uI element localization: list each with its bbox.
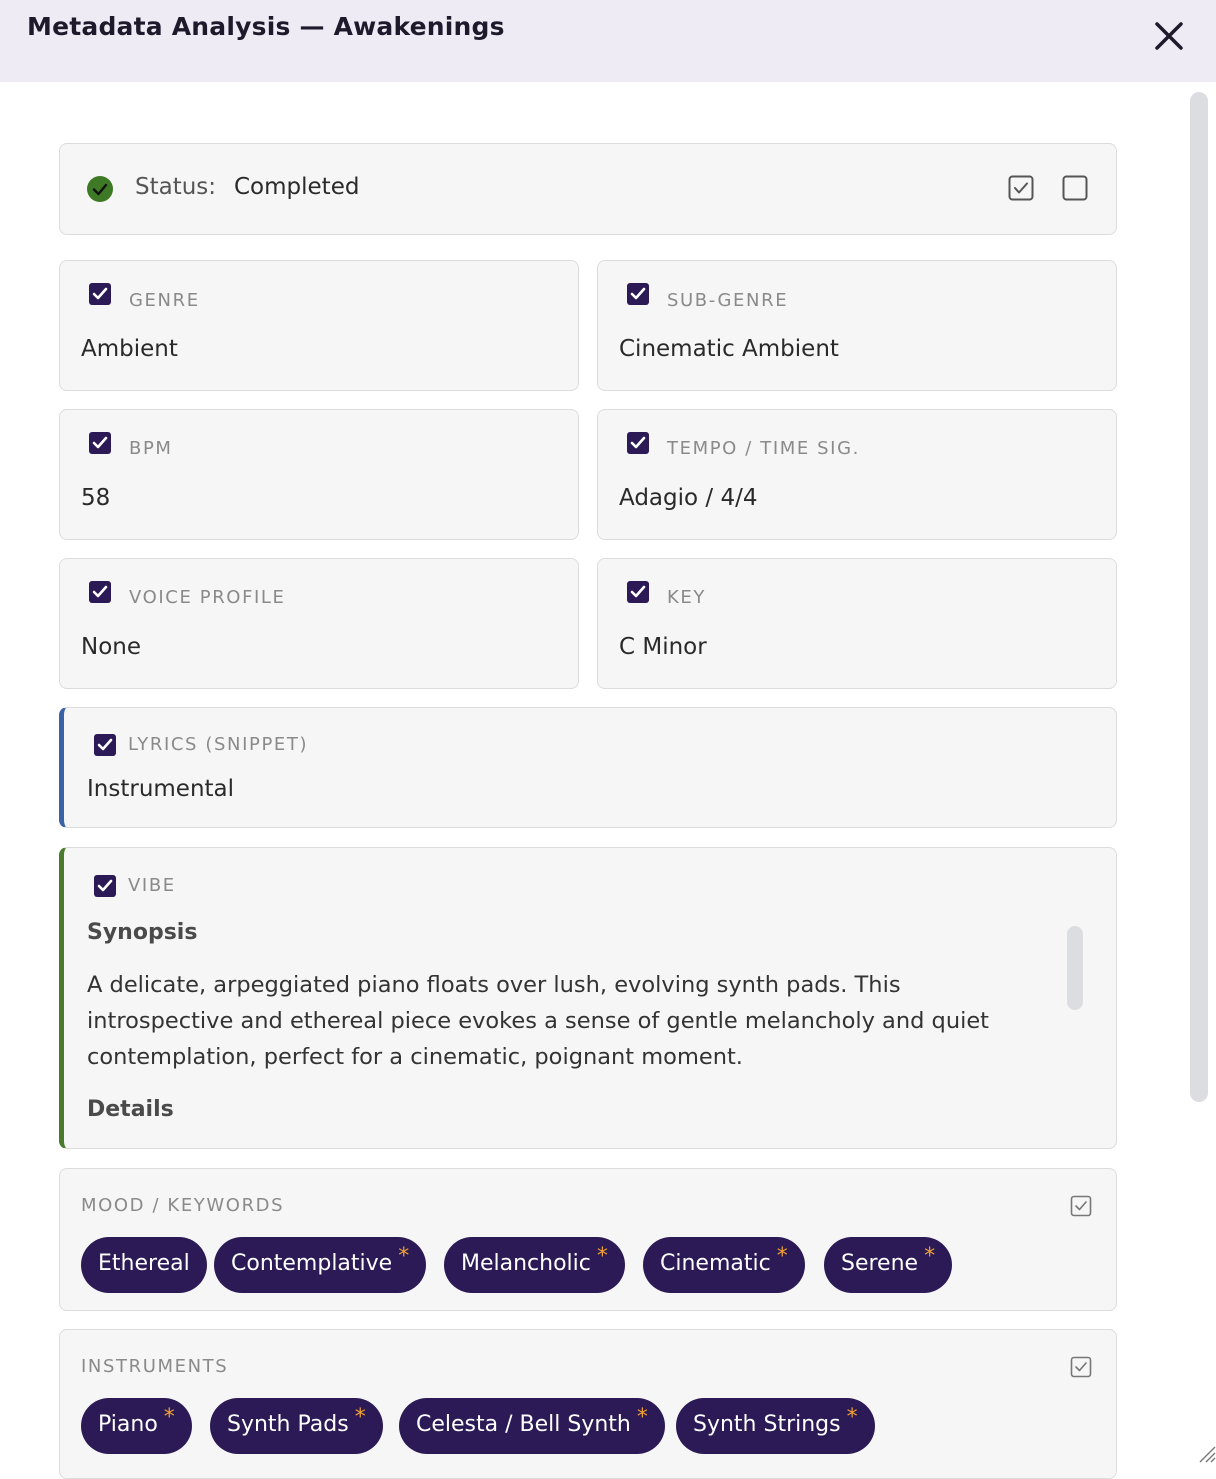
mood-tag-text: Contemplative [231, 1251, 393, 1276]
bpm-card: BPM 58 [59, 409, 579, 540]
resize-grip-icon[interactable] [1196, 1443, 1216, 1463]
instrument-tag-text: Synth Strings [693, 1412, 841, 1437]
tempo-value: Adagio / 4/4 [619, 485, 758, 511]
instruments-label: INSTRUMENTS [81, 1356, 229, 1377]
deselect-all-checkbox[interactable] [1062, 175, 1088, 201]
genre-card: GENRE Ambient [59, 260, 579, 391]
instrument-tag[interactable]: Synth Strings * [676, 1398, 875, 1454]
mood-tag-text: Ethereal [98, 1251, 190, 1276]
sub-genre-card: SUB-GENRE Cinematic Ambient [597, 260, 1117, 391]
status-label: Status: [135, 174, 217, 200]
status-value: Completed [234, 174, 360, 200]
ai-star-icon: * [636, 1405, 648, 1430]
ai-star-icon: * [596, 1244, 608, 1269]
mood-tag[interactable]: Serene * [824, 1237, 953, 1293]
vibe-scrollbar[interactable] [1067, 926, 1083, 1010]
key-checkbox[interactable] [627, 581, 649, 603]
sub-genre-value: Cinematic Ambient [619, 336, 839, 362]
mood-card: MOOD / KEYWORDS Ethereal Contemplative * … [59, 1168, 1117, 1311]
bpm-label: BPM [129, 438, 173, 459]
instrument-tag[interactable]: Synth Pads * [210, 1398, 383, 1454]
mood-tag[interactable]: Ethereal [81, 1237, 207, 1293]
lyrics-checkbox[interactable] [94, 734, 116, 756]
ai-star-icon: * [846, 1405, 858, 1430]
ai-star-icon: * [163, 1405, 175, 1430]
genre-value: Ambient [81, 336, 178, 362]
voice-profile-checkbox[interactable] [89, 581, 111, 603]
lyrics-value: Instrumental [87, 776, 235, 802]
status-card: Status: Completed [59, 143, 1117, 235]
instruments-card: INSTRUMENTS Piano * Synth Pads * Celesta /… [59, 1329, 1117, 1479]
mood-checkbox[interactable] [1070, 1195, 1092, 1217]
instrument-tag-text: Synth Pads [227, 1412, 349, 1437]
mood-tag[interactable]: Cinematic * [643, 1237, 805, 1293]
instruments-checkbox[interactable] [1070, 1356, 1092, 1378]
lyrics-label: LYRICS (SNIPPET) [128, 734, 309, 755]
dialog-header: Metadata Analysis — Awakenings [0, 0, 1216, 82]
bpm-checkbox[interactable] [89, 432, 111, 454]
key-label: KEY [667, 587, 706, 608]
check-circle-icon [87, 176, 113, 202]
vibe-card: VIBE Synopsis A delicate, arpeggiated pi… [59, 847, 1117, 1149]
mood-tag[interactable]: Melancholic * [444, 1237, 625, 1293]
voice-profile-card: VOICE PROFILE None [59, 558, 579, 689]
synopsis-heading: Synopsis [87, 920, 198, 945]
lyrics-card: LYRICS (SNIPPET) Instrumental [59, 707, 1117, 828]
bpm-value: 58 [81, 485, 111, 511]
vibe-checkbox[interactable] [94, 875, 116, 897]
key-card: KEY C Minor [597, 558, 1117, 689]
sub-genre-checkbox[interactable] [627, 283, 649, 305]
instrument-tag-text: Piano [98, 1412, 158, 1437]
tempo-checkbox[interactable] [627, 432, 649, 454]
vibe-label: VIBE [128, 875, 176, 896]
dialog-title: Metadata Analysis — Awakenings [27, 12, 505, 41]
details-heading: Details [87, 1097, 174, 1122]
voice-profile-value: None [81, 634, 142, 660]
genre-checkbox[interactable] [89, 283, 111, 305]
mood-tag-text: Serene [841, 1251, 919, 1276]
mood-tag-text: Melancholic [461, 1251, 591, 1276]
instrument-tag-text: Celesta / Bell Synth [416, 1412, 631, 1437]
mood-tag[interactable]: Contemplative * [214, 1237, 427, 1293]
select-all-checkbox[interactable] [1008, 175, 1034, 201]
key-value: C Minor [619, 634, 707, 660]
ai-star-icon: * [354, 1405, 366, 1430]
tempo-label: TEMPO / TIME SIG. [667, 438, 860, 459]
mood-label: MOOD / KEYWORDS [81, 1195, 285, 1216]
ai-star-icon: * [776, 1244, 788, 1269]
genre-label: GENRE [129, 290, 200, 311]
ai-star-icon: * [924, 1244, 936, 1269]
close-button[interactable] [1150, 17, 1188, 55]
close-icon[interactable] [1150, 17, 1188, 55]
instrument-tag[interactable]: Piano * [81, 1398, 192, 1454]
sub-genre-label: SUB-GENRE [667, 290, 789, 311]
tempo-card: TEMPO / TIME SIG. Adagio / 4/4 [597, 409, 1117, 540]
ai-star-icon: * [398, 1244, 410, 1269]
mood-tag-text: Cinematic [660, 1251, 771, 1276]
dialog-scrollbar[interactable] [1190, 92, 1208, 1102]
synopsis-text: A delicate, arpeggiated piano floats ove… [87, 972, 989, 1070]
instrument-tag[interactable]: Celesta / Bell Synth * [399, 1398, 665, 1454]
voice-profile-label: VOICE PROFILE [129, 587, 286, 608]
